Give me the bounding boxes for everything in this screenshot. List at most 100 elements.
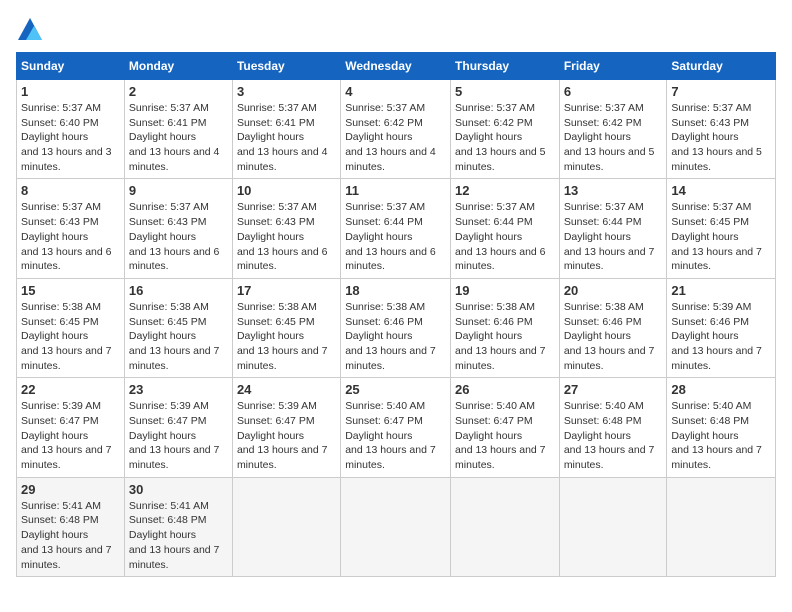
cell-sunset: Sunset: 6:44 PM bbox=[564, 216, 642, 228]
calendar-week-1: 1 Sunrise: 5:37 AM Sunset: 6:40 PM Dayli… bbox=[17, 80, 776, 179]
cell-daylight-detail: and 13 hours and 7 minutes. bbox=[21, 444, 112, 471]
cell-daylight: Daylight hours bbox=[237, 330, 304, 342]
calendar-week-4: 22 Sunrise: 5:39 AM Sunset: 6:47 PM Dayl… bbox=[17, 378, 776, 477]
cell-sunrise: Sunrise: 5:40 AM bbox=[564, 400, 644, 412]
cell-daylight-detail: and 13 hours and 6 minutes. bbox=[237, 246, 328, 273]
cell-sunrise: Sunrise: 5:39 AM bbox=[129, 400, 209, 412]
day-number: 27 bbox=[564, 382, 663, 397]
cell-daylight: Daylight hours bbox=[21, 131, 88, 143]
cell-sunset: Sunset: 6:43 PM bbox=[21, 216, 99, 228]
header-day-monday: Monday bbox=[124, 53, 232, 80]
cell-sunset: Sunset: 6:43 PM bbox=[671, 117, 749, 129]
calendar-cell: 25 Sunrise: 5:40 AM Sunset: 6:47 PM Dayl… bbox=[341, 378, 451, 477]
header-day-sunday: Sunday bbox=[17, 53, 125, 80]
day-number: 30 bbox=[129, 482, 228, 497]
calendar-cell: 4 Sunrise: 5:37 AM Sunset: 6:42 PM Dayli… bbox=[341, 80, 451, 179]
cell-daylight: Daylight hours bbox=[237, 430, 304, 442]
cell-daylight: Daylight hours bbox=[455, 231, 522, 243]
cell-sunrise: Sunrise: 5:40 AM bbox=[455, 400, 535, 412]
cell-daylight-detail: and 13 hours and 7 minutes. bbox=[455, 345, 546, 372]
cell-daylight-detail: and 13 hours and 7 minutes. bbox=[129, 544, 220, 571]
cell-sunrise: Sunrise: 5:37 AM bbox=[564, 102, 644, 114]
calendar-cell: 12 Sunrise: 5:37 AM Sunset: 6:44 PM Dayl… bbox=[451, 179, 560, 278]
cell-sunset: Sunset: 6:46 PM bbox=[671, 316, 749, 328]
cell-sunrise: Sunrise: 5:37 AM bbox=[129, 201, 209, 213]
cell-daylight: Daylight hours bbox=[21, 330, 88, 342]
day-number: 16 bbox=[129, 283, 228, 298]
cell-sunset: Sunset: 6:44 PM bbox=[455, 216, 533, 228]
cell-sunrise: Sunrise: 5:37 AM bbox=[21, 201, 101, 213]
calendar-week-5: 29 Sunrise: 5:41 AM Sunset: 6:48 PM Dayl… bbox=[17, 477, 776, 576]
cell-daylight: Daylight hours bbox=[237, 131, 304, 143]
cell-sunset: Sunset: 6:46 PM bbox=[564, 316, 642, 328]
logo-icon bbox=[16, 16, 44, 44]
cell-sunrise: Sunrise: 5:37 AM bbox=[129, 102, 209, 114]
cell-sunrise: Sunrise: 5:39 AM bbox=[21, 400, 101, 412]
cell-sunset: Sunset: 6:46 PM bbox=[345, 316, 423, 328]
cell-sunrise: Sunrise: 5:37 AM bbox=[21, 102, 101, 114]
calendar-cell: 14 Sunrise: 5:37 AM Sunset: 6:45 PM Dayl… bbox=[667, 179, 776, 278]
cell-daylight-detail: and 13 hours and 6 minutes. bbox=[129, 246, 220, 273]
calendar-cell: 23 Sunrise: 5:39 AM Sunset: 6:47 PM Dayl… bbox=[124, 378, 232, 477]
cell-daylight-detail: and 13 hours and 5 minutes. bbox=[671, 146, 762, 173]
day-number: 9 bbox=[129, 183, 228, 198]
calendar-table: SundayMondayTuesdayWednesdayThursdayFrid… bbox=[16, 52, 776, 577]
calendar-cell: 26 Sunrise: 5:40 AM Sunset: 6:47 PM Dayl… bbox=[451, 378, 560, 477]
cell-sunrise: Sunrise: 5:40 AM bbox=[671, 400, 751, 412]
day-number: 28 bbox=[671, 382, 771, 397]
cell-sunrise: Sunrise: 5:38 AM bbox=[564, 301, 644, 313]
header-day-saturday: Saturday bbox=[667, 53, 776, 80]
calendar-cell: 22 Sunrise: 5:39 AM Sunset: 6:47 PM Dayl… bbox=[17, 378, 125, 477]
cell-daylight: Daylight hours bbox=[564, 131, 631, 143]
cell-daylight: Daylight hours bbox=[345, 231, 412, 243]
cell-sunrise: Sunrise: 5:38 AM bbox=[237, 301, 317, 313]
day-number: 26 bbox=[455, 382, 555, 397]
calendar-cell: 11 Sunrise: 5:37 AM Sunset: 6:44 PM Dayl… bbox=[341, 179, 451, 278]
cell-sunset: Sunset: 6:48 PM bbox=[564, 415, 642, 427]
cell-daylight-detail: and 13 hours and 7 minutes. bbox=[21, 544, 112, 571]
cell-sunset: Sunset: 6:47 PM bbox=[455, 415, 533, 427]
cell-daylight: Daylight hours bbox=[564, 231, 631, 243]
cell-daylight: Daylight hours bbox=[564, 430, 631, 442]
cell-sunset: Sunset: 6:43 PM bbox=[237, 216, 315, 228]
calendar-body: 1 Sunrise: 5:37 AM Sunset: 6:40 PM Dayli… bbox=[17, 80, 776, 577]
cell-daylight-detail: and 13 hours and 7 minutes. bbox=[129, 345, 220, 372]
cell-sunset: Sunset: 6:45 PM bbox=[129, 316, 207, 328]
cell-sunset: Sunset: 6:41 PM bbox=[237, 117, 315, 129]
calendar-cell: 17 Sunrise: 5:38 AM Sunset: 6:45 PM Dayl… bbox=[232, 278, 340, 377]
cell-sunset: Sunset: 6:48 PM bbox=[21, 514, 99, 526]
logo bbox=[16, 16, 48, 44]
cell-daylight: Daylight hours bbox=[129, 529, 196, 541]
cell-daylight-detail: and 13 hours and 7 minutes. bbox=[21, 345, 112, 372]
cell-daylight: Daylight hours bbox=[671, 131, 738, 143]
cell-daylight: Daylight hours bbox=[21, 430, 88, 442]
cell-daylight-detail: and 13 hours and 7 minutes. bbox=[345, 345, 436, 372]
day-number: 3 bbox=[237, 84, 336, 99]
cell-sunrise: Sunrise: 5:37 AM bbox=[564, 201, 644, 213]
cell-sunset: Sunset: 6:47 PM bbox=[129, 415, 207, 427]
cell-sunrise: Sunrise: 5:38 AM bbox=[345, 301, 425, 313]
day-number: 6 bbox=[564, 84, 663, 99]
page-header bbox=[16, 16, 776, 44]
day-number: 10 bbox=[237, 183, 336, 198]
calendar-cell: 7 Sunrise: 5:37 AM Sunset: 6:43 PM Dayli… bbox=[667, 80, 776, 179]
cell-sunset: Sunset: 6:47 PM bbox=[345, 415, 423, 427]
cell-sunset: Sunset: 6:41 PM bbox=[129, 117, 207, 129]
day-number: 24 bbox=[237, 382, 336, 397]
cell-daylight: Daylight hours bbox=[671, 231, 738, 243]
header-day-friday: Friday bbox=[559, 53, 667, 80]
calendar-cell bbox=[341, 477, 451, 576]
header-day-thursday: Thursday bbox=[451, 53, 560, 80]
cell-daylight: Daylight hours bbox=[345, 330, 412, 342]
cell-daylight: Daylight hours bbox=[237, 231, 304, 243]
cell-sunrise: Sunrise: 5:37 AM bbox=[237, 102, 317, 114]
cell-daylight-detail: and 13 hours and 7 minutes. bbox=[129, 444, 220, 471]
day-number: 22 bbox=[21, 382, 120, 397]
cell-sunset: Sunset: 6:43 PM bbox=[129, 216, 207, 228]
cell-sunset: Sunset: 6:42 PM bbox=[345, 117, 423, 129]
cell-daylight-detail: and 13 hours and 4 minutes. bbox=[129, 146, 220, 173]
cell-sunset: Sunset: 6:44 PM bbox=[345, 216, 423, 228]
cell-sunrise: Sunrise: 5:37 AM bbox=[345, 102, 425, 114]
calendar-cell: 24 Sunrise: 5:39 AM Sunset: 6:47 PM Dayl… bbox=[232, 378, 340, 477]
calendar-cell: 27 Sunrise: 5:40 AM Sunset: 6:48 PM Dayl… bbox=[559, 378, 667, 477]
